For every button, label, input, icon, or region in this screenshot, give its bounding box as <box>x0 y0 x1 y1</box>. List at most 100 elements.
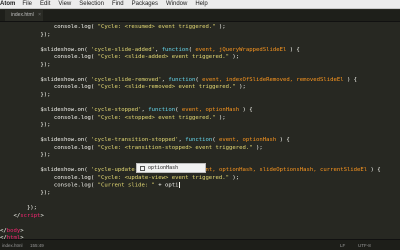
tab-index-html[interactable]: index.html × <box>5 10 43 21</box>
code-line: }); <box>0 92 400 100</box>
menu-window[interactable]: Window <box>166 1 187 7</box>
code-token: event, optionHash <box>181 107 240 114</box>
code-token: $slideshow.on( <box>0 167 91 174</box>
code-token: > <box>20 227 24 234</box>
code-token: 'cycle-slide-removed' <box>90 76 162 83</box>
code-token: event, optionHash <box>218 137 277 144</box>
autocomplete-suggestion[interactable]: optionHash <box>148 165 178 171</box>
menu-find[interactable]: Find <box>112 1 124 7</box>
code-token: ) { <box>367 167 381 174</box>
code-line: }); <box>0 32 400 40</box>
app-name[interactable]: Atom <box>0 1 15 7</box>
code-token: }); <box>0 152 51 159</box>
code-token: "Cycle: <stopped> event triggered." <box>97 114 216 121</box>
code-token: "Current slide: " <box>97 182 155 189</box>
code-token: ); <box>229 54 240 61</box>
code-line: }); <box>0 122 400 130</box>
menu-file[interactable]: File <box>22 1 32 7</box>
menu-help[interactable]: Help <box>195 1 207 7</box>
menu-packages[interactable]: Packages <box>132 1 158 7</box>
code-token: 'cycle-slide-added' <box>90 46 155 53</box>
code-token: }); <box>0 61 51 68</box>
menu-bar: Atom File Edit View Selection Find Packa… <box>0 0 400 9</box>
code-token: 'cycle-stopped' <box>90 107 142 114</box>
menu-selection[interactable]: Selection <box>79 1 104 7</box>
code-line: </body> <box>0 228 400 236</box>
code-token: function <box>148 107 176 114</box>
code-token: }); <box>0 91 51 98</box>
variable-icon <box>140 165 145 171</box>
code-line: }); <box>0 190 400 198</box>
code-editor[interactable]: console.log( "Cycle: <resumed> event tri… <box>0 24 400 243</box>
code-token: $slideshow.on( <box>0 137 91 144</box>
code-token: function <box>161 46 189 53</box>
code-token: ); <box>215 24 226 30</box>
code-line: $slideshow.on( 'cycle-slide-removed', fu… <box>0 77 400 85</box>
autocomplete-popup[interactable]: optionHash <box>136 163 206 173</box>
code-line: $slideshow.on( 'cycle-stopped', function… <box>0 107 400 115</box>
status-bar: index.html 155:49 LF UTF-8 <box>0 239 400 250</box>
code-token: ); <box>229 174 240 181</box>
tab-bar: index.html × <box>0 10 400 22</box>
code-token: }); <box>0 122 51 129</box>
code-token: function <box>168 76 196 83</box>
code-line: console.log( "Cycle: <slide-removed> eve… <box>0 84 400 92</box>
code-token: }); <box>0 205 38 212</box>
code-token: "Cycle: <transition-stopped> event trigg… <box>97 144 253 151</box>
menu-edit[interactable]: Edit <box>40 1 50 7</box>
code-token: + opti <box>154 182 179 189</box>
code-token: "Cycle: <resumed> event triggered." <box>97 24 216 30</box>
tab-label: index.html <box>11 12 34 18</box>
code-token: 'cycle-transition-stopped' <box>90 137 179 144</box>
code-token: ) { <box>239 107 253 114</box>
line-ending[interactable]: LF <box>340 243 345 248</box>
code-token: , <box>154 46 162 53</box>
code-token: console.log( <box>0 144 98 151</box>
close-icon[interactable]: × <box>38 10 41 21</box>
code-token: ); <box>215 114 226 121</box>
code-token: "Cycle: <slide-removed> event triggered.… <box>97 84 236 91</box>
code-token: ); <box>252 144 263 151</box>
code-line: console.log( "Cycle: <resumed> event tri… <box>0 24 400 32</box>
code-token: console.log( <box>0 84 98 91</box>
code-token: event, indexOfSlideRemoved, removedSlide… <box>202 76 344 83</box>
code-token: }); <box>0 190 51 197</box>
code-line: $slideshow.on( 'cycle-transition-stopped… <box>0 137 400 145</box>
code-token: $slideshow.on( <box>0 76 91 83</box>
code-line: console.log( "Current slide: " + opti <box>0 182 400 190</box>
code-token: ( <box>212 137 219 144</box>
code-line: $slideshow.on( 'cycle-slide-added', func… <box>0 47 400 55</box>
code-line: }); <box>0 62 400 70</box>
code-token: </ <box>0 227 7 234</box>
code-line: console.log( "Cycle: <transition-stopped… <box>0 145 400 153</box>
code-token: ) { <box>343 76 358 83</box>
status-file[interactable]: index.html <box>2 243 23 248</box>
code-token: function <box>185 137 213 144</box>
code-line: }); <box>0 205 400 213</box>
code-token: event, optionHash, slideOptionsHash, cur… <box>195 167 368 174</box>
cursor-position[interactable]: 155:49 <box>30 243 44 248</box>
code-line: }); <box>0 152 400 160</box>
code-token: }); <box>0 31 51 38</box>
code-token: "Cycle: <slide-added> event triggered." <box>97 54 230 61</box>
code-token: event, jQueryWrappedSlideEl <box>195 46 287 53</box>
menu-view[interactable]: View <box>58 1 71 7</box>
code-token: ); <box>235 84 246 91</box>
code-token: ) { <box>286 46 300 53</box>
code-token: console.log( <box>0 174 98 181</box>
code-line: console.log( "Cycle: <stopped> event tri… <box>0 115 400 123</box>
code-token: console.log( <box>0 114 98 121</box>
code-token: > <box>40 212 44 219</box>
code-token: script <box>20 212 41 219</box>
code-line: console.log( "Cycle: <slide-added> event… <box>0 54 400 62</box>
code-line: console.log( "Cycle: <update-view> event… <box>0 175 400 183</box>
code-token: console.log( <box>0 54 98 61</box>
code-token: "Cycle: <update-view> event triggered." <box>97 174 230 181</box>
file-encoding[interactable]: UTF-8 <box>358 243 371 248</box>
code-token: ( <box>175 107 182 114</box>
code-token: </ <box>0 212 21 219</box>
